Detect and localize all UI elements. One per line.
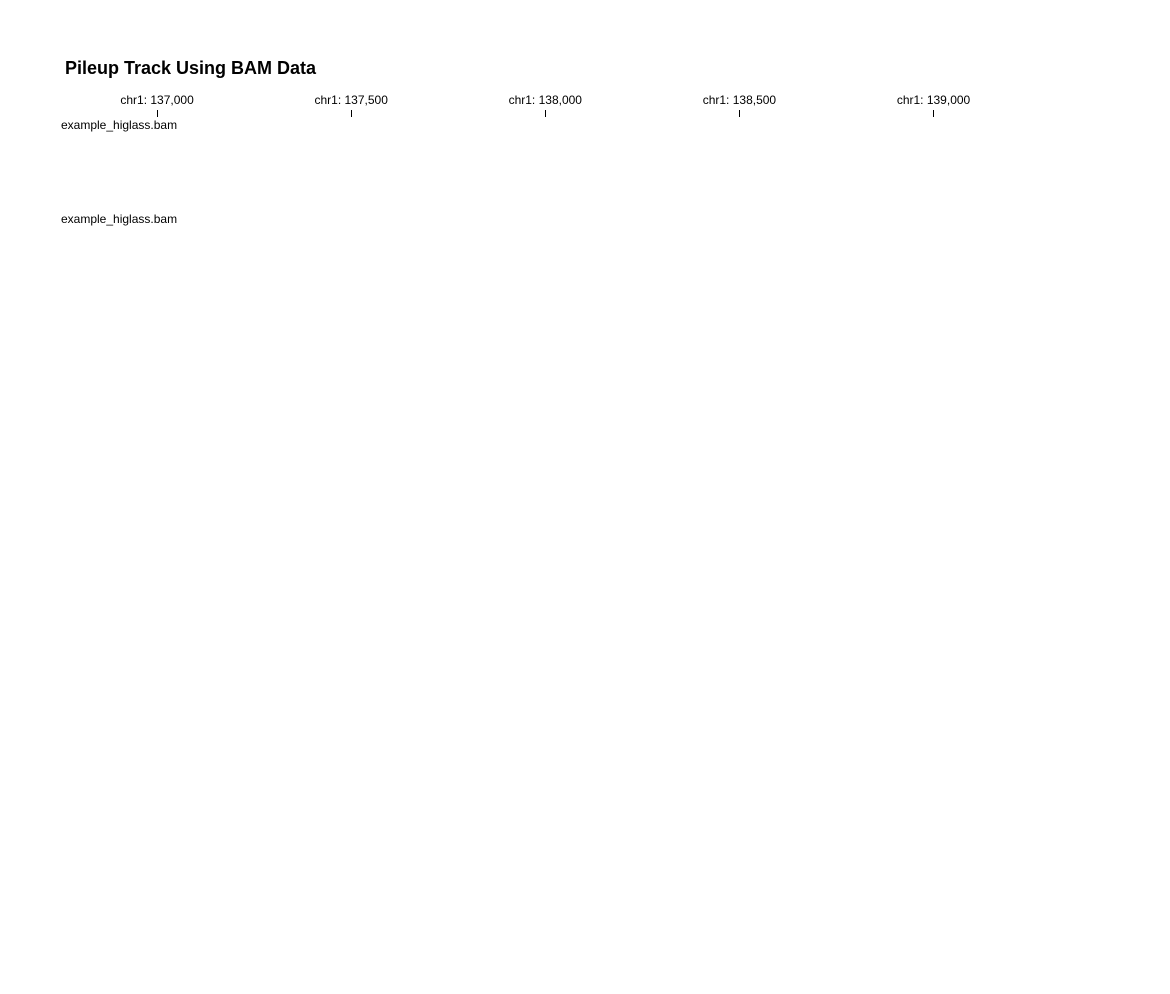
axis-tick-label: chr1: 137,500 xyxy=(314,93,388,107)
track-label: example_higlass.bam xyxy=(61,212,178,226)
pileup-track[interactable]: example_higlass.bam xyxy=(60,118,1050,212)
pileup-track[interactable]: example_higlass.bam xyxy=(60,212,1050,982)
axis-tick-label: chr1: 139,000 xyxy=(896,93,971,107)
axis-tick-mark xyxy=(933,110,935,117)
axis-tick-mark xyxy=(738,110,740,117)
gosling-visualization: Pileup Track Using BAM Data chr1: 137,00… xyxy=(0,0,1170,994)
genome-position-axis: chr1: 137,000 chr1: 137,500 chr1: 138,000 c… xyxy=(60,92,1050,118)
axis-tick-mark xyxy=(350,110,352,117)
axis-tick-label: chr1: 137,000 xyxy=(120,93,194,107)
axis-tick-label: chr1: 138,500 xyxy=(702,93,777,107)
track-label: example_higlass.bam xyxy=(61,118,178,132)
axis-tick-mark xyxy=(156,110,158,117)
axis-tick-mark xyxy=(544,110,546,117)
axis-tick-label: chr1: 138,000 xyxy=(508,93,582,107)
visualization-title: Pileup Track Using BAM Data xyxy=(65,58,317,78)
